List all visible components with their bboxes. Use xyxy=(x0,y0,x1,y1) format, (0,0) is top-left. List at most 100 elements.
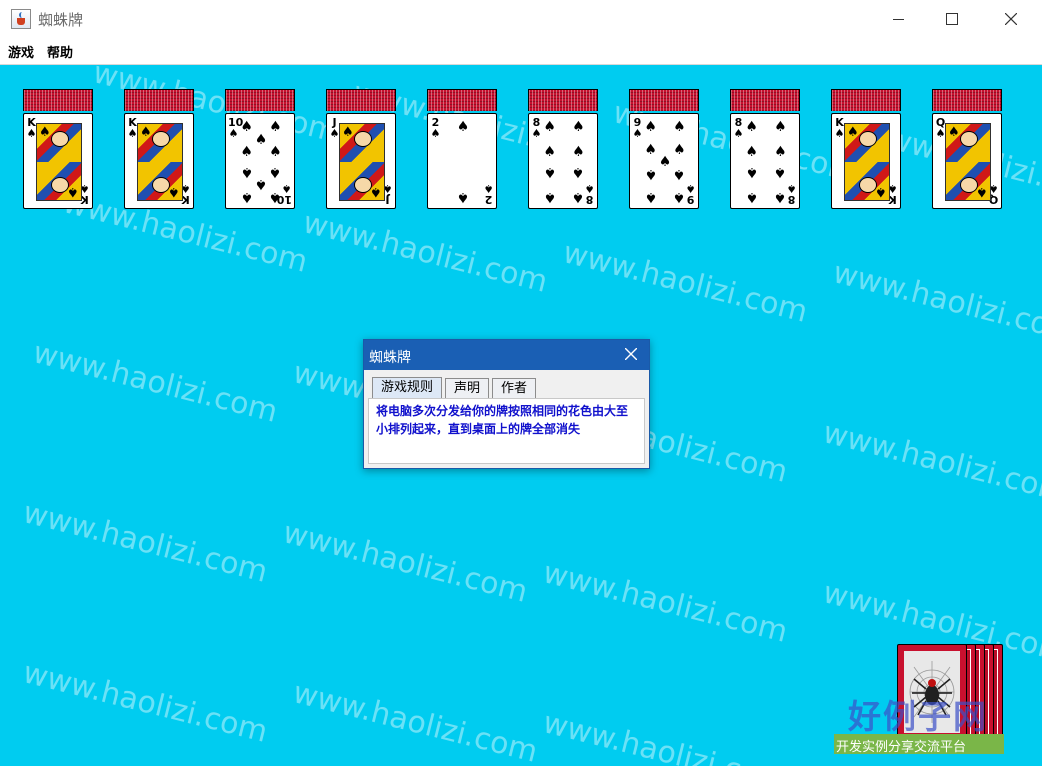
spade-pip: ♠ xyxy=(269,143,282,160)
tab-author[interactable]: 作者 xyxy=(492,378,537,398)
dialog-close-icon[interactable] xyxy=(625,348,637,360)
site-logo: 好例子网 xyxy=(834,690,1004,736)
card-suit: ♠ xyxy=(935,127,946,140)
face-down-stack xyxy=(831,89,902,113)
court-figure: ♠ ♠ xyxy=(339,123,385,201)
card-column[interactable]: 10 ♠ 10 ♠ ♠ ♠ ♠ ♠ ♠ ♠ ♠ ♠ ♠ ♠ xyxy=(225,89,296,209)
watermark-text: www.haolizi.com xyxy=(829,255,1042,350)
tab-rules[interactable]: 游戏规则 xyxy=(372,377,443,398)
spade-pip: ♠ xyxy=(269,189,282,206)
face-down-stack xyxy=(730,89,801,113)
card-back xyxy=(326,89,396,111)
tab-content-panel: 将电脑多次分发给你的牌按照相同的花色由大至小排列起来，直到桌面上的牌全部消失 xyxy=(368,398,645,464)
spade-pip: ♠ xyxy=(240,143,253,160)
spade-pip: ♠ xyxy=(456,118,470,135)
card-face-up[interactable]: K ♠ K ♠ ♠ ♠ xyxy=(124,113,194,209)
card-face-up[interactable]: 9 ♠ 9 ♠ ♠ ♠ ♠ ♠ ♠ ♠ ♠ ♠ ♠ xyxy=(629,113,699,209)
rules-text: 将电脑多次分发给你的牌按照相同的花色由大至小排列起来，直到桌面上的牌全部消失 xyxy=(376,404,629,436)
face-down-stack xyxy=(326,89,397,113)
court-figure: ♠ ♠ xyxy=(844,123,890,201)
face-down-stack xyxy=(124,89,195,113)
card-back xyxy=(831,89,901,111)
window-titlebar[interactable]: 蜘蛛牌 xyxy=(0,0,1042,38)
card-column[interactable]: 9 ♠ 9 ♠ ♠ ♠ ♠ ♠ ♠ ♠ ♠ ♠ ♠ xyxy=(629,89,700,209)
spade-pip: ♠ xyxy=(774,143,787,160)
spade-pip: ♠ xyxy=(774,118,787,135)
card-back xyxy=(427,89,497,111)
face-down-stack xyxy=(23,89,94,113)
card-column[interactable]: K ♠ K ♠ ♠ ♠ xyxy=(124,89,195,209)
card-column[interactable]: Q ♠ Q ♠ ♠ ♠ xyxy=(932,89,1003,209)
dialog-titlebar[interactable]: 蜘蛛牌 xyxy=(364,340,649,370)
minimize-button[interactable] xyxy=(875,0,921,38)
face-down-stack xyxy=(528,89,599,113)
card-back xyxy=(528,89,598,111)
minimize-icon xyxy=(892,18,904,20)
spade-pip: ♠ xyxy=(658,154,672,170)
spade-pip: ♠ xyxy=(644,118,657,135)
menu-help[interactable]: 帮助 xyxy=(47,42,73,61)
maximize-button[interactable] xyxy=(929,0,975,38)
card-face-up[interactable]: 8 ♠ 8 ♠ ♠ ♠ ♠ ♠ ♠ ♠ ♠ ♠ xyxy=(528,113,598,209)
spade-pip: ♠ xyxy=(673,118,686,135)
spade-pip: ♠ xyxy=(745,143,758,160)
spade-pip: ♠ xyxy=(254,132,268,149)
watermark-text: www.haolizi.com xyxy=(539,555,792,650)
java-cup-icon xyxy=(11,9,31,29)
dialog-title: 蜘蛛牌 xyxy=(369,350,411,366)
watermark-text: www.haolizi.com xyxy=(19,495,272,590)
card-face-up[interactable]: K ♠ K ♠ ♠ ♠ xyxy=(831,113,901,209)
card-pips: ♠ ♠ ♠ ♠ ♠ ♠ ♠ ♠ ♠ xyxy=(641,118,689,206)
card-pips: ♠ ♠ ♠ ♠ ♠ ♠ ♠ ♠ xyxy=(742,118,790,206)
spade-pip: ♠ xyxy=(269,164,282,181)
watermark-text: www.haolizi.com xyxy=(559,235,812,330)
card-suit: ♠ xyxy=(329,127,340,140)
court-figure: ♠ ♠ xyxy=(137,123,183,201)
watermark-text: www.haolizi.com xyxy=(299,205,552,300)
spade-pip: ♠ xyxy=(543,164,556,181)
spade-pip: ♠ xyxy=(240,118,253,135)
spade-pip: ♠ xyxy=(745,164,758,181)
card-pips: ♠ ♠ ♠ ♠ ♠ ♠ ♠ ♠ ♠ ♠ xyxy=(237,118,285,206)
card-face-up[interactable]: J ♠ J ♠ ♠ ♠ xyxy=(326,113,396,209)
card-pips: ♠ ♠ xyxy=(439,118,487,206)
card-face-up[interactable]: K ♠ K ♠ ♠ ♠ xyxy=(23,113,93,209)
card-face-up[interactable]: Q ♠ Q ♠ ♠ ♠ xyxy=(932,113,1002,209)
window-title: 蜘蛛牌 xyxy=(38,11,84,29)
spade-pip: ♠ xyxy=(572,118,585,135)
card-face-up[interactable]: 8 ♠ 8 ♠ ♠ ♠ ♠ ♠ ♠ ♠ ♠ ♠ xyxy=(730,113,800,209)
tab-statement[interactable]: 声明 xyxy=(445,378,490,398)
spade-pip: ♠ xyxy=(572,143,585,160)
watermark-text: www.haolizi.com xyxy=(539,705,792,766)
spade-pip: ♠ xyxy=(269,118,282,135)
spade-pip: ♠ xyxy=(673,189,686,206)
spade-pip: ♠ xyxy=(774,189,787,206)
card-column[interactable]: 8 ♠ 8 ♠ ♠ ♠ ♠ ♠ ♠ ♠ ♠ ♠ xyxy=(528,89,599,209)
card-column[interactable]: K ♠ K ♠ ♠ ♠ xyxy=(831,89,902,209)
card-face-up[interactable]: 10 ♠ 10 ♠ ♠ ♠ ♠ ♠ ♠ ♠ ♠ ♠ ♠ ♠ xyxy=(225,113,295,209)
watermark-text: www.haolizi.com xyxy=(279,515,532,610)
spade-pip: ♠ xyxy=(240,164,253,181)
card-suit: ♠ xyxy=(127,127,138,140)
close-button[interactable] xyxy=(988,0,1034,38)
card-column[interactable]: 8 ♠ 8 ♠ ♠ ♠ ♠ ♠ ♠ ♠ ♠ ♠ xyxy=(730,89,801,209)
logo-sub-text: 开发实例分享交流平台 xyxy=(836,740,967,755)
watermark-text: www.haolizi.com xyxy=(289,675,542,766)
card-back xyxy=(23,89,93,111)
card-back xyxy=(629,89,699,111)
card-column[interactable]: J ♠ J ♠ ♠ ♠ xyxy=(326,89,397,209)
card-suit: ♠ xyxy=(26,127,37,140)
spade-pip: ♠ xyxy=(543,189,556,206)
spade-pip: ♠ xyxy=(644,142,657,159)
card-face-up[interactable]: 2 ♠ 2 ♠ ♠ ♠ xyxy=(427,113,497,209)
watermark-text: www.haolizi.com xyxy=(819,415,1042,510)
menu-game[interactable]: 游戏 xyxy=(8,42,34,61)
card-column[interactable]: K ♠ K ♠ ♠ ♠ xyxy=(23,89,94,209)
card-pips: ♠ ♠ ♠ ♠ ♠ ♠ ♠ ♠ xyxy=(540,118,588,206)
spade-pip: ♠ xyxy=(745,118,758,135)
spade-pip: ♠ xyxy=(456,189,470,206)
card-column[interactable]: 2 ♠ 2 ♠ ♠ ♠ xyxy=(427,89,498,209)
spade-pip: ♠ xyxy=(644,165,657,182)
spade-pip: ♠ xyxy=(774,164,787,181)
face-down-stack xyxy=(629,89,700,113)
